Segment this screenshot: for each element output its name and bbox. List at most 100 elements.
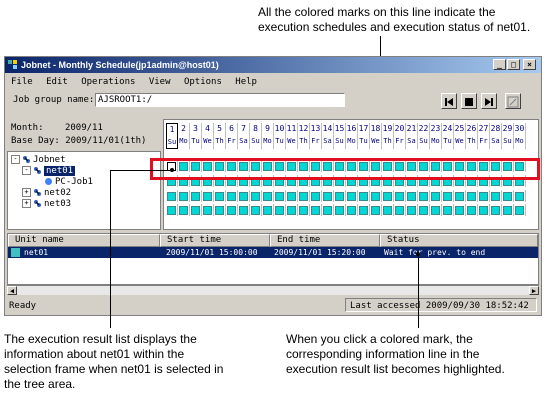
schedule-mark[interactable]	[358, 190, 370, 202]
schedule-mark[interactable]	[202, 190, 214, 202]
schedule-mark[interactable]	[430, 190, 442, 202]
schedule-mark[interactable]	[490, 190, 502, 202]
schedule-mark[interactable]	[394, 190, 406, 202]
schedule-mark[interactable]	[346, 204, 358, 216]
tree-node-jobnet[interactable]: - Jobnet	[11, 155, 66, 166]
menu-help[interactable]: Help	[235, 77, 257, 87]
calendar-day-13[interactable]: 13 Fr	[310, 123, 322, 149]
calendar-day-26[interactable]: 26 Th	[466, 123, 478, 149]
schedule-mark[interactable]	[190, 190, 202, 202]
schedule-mark[interactable]	[454, 204, 466, 216]
schedule-mark[interactable]	[238, 190, 250, 202]
schedule-mark[interactable]	[286, 190, 298, 202]
schedule-mark[interactable]	[442, 190, 454, 202]
calendar-day-4[interactable]: 4 We	[202, 123, 214, 149]
tree-node-pc-job1[interactable]: PC-Job1	[44, 177, 93, 188]
calendar-day-16[interactable]: 16 Mo	[346, 123, 358, 149]
schedule-mark[interactable]	[406, 204, 418, 216]
menu-edit[interactable]: Edit	[46, 77, 68, 87]
calendar-day-2[interactable]: 2 Mo	[178, 123, 190, 149]
schedule-mark[interactable]	[334, 190, 346, 202]
schedule-mark[interactable]	[322, 204, 334, 216]
tree-node-net01[interactable]: - net01	[22, 166, 76, 177]
schedule-mark[interactable]	[250, 190, 262, 202]
schedule-mark[interactable]	[298, 204, 310, 216]
schedule-mark[interactable]	[382, 204, 394, 216]
calendar-day-11[interactable]: 11 We	[286, 123, 298, 149]
calendar-day-23[interactable]: 23 Mo	[430, 123, 442, 149]
schedule-mark[interactable]	[370, 190, 382, 202]
schedule-mark[interactable]	[346, 190, 358, 202]
minimize-button[interactable]: _	[493, 59, 506, 70]
calendar-day-20[interactable]: 20 Fr	[394, 123, 406, 149]
prev-month-button[interactable]	[441, 93, 457, 109]
schedule-mark[interactable]	[262, 190, 274, 202]
settings-button[interactable]	[505, 93, 521, 109]
calendar-day-14[interactable]: 14 Sa	[322, 123, 334, 149]
schedule-mark[interactable]	[214, 190, 226, 202]
schedule-mark[interactable]	[202, 204, 214, 216]
collapse-icon[interactable]: -	[11, 155, 20, 164]
schedule-mark[interactable]	[466, 204, 478, 216]
col-header-end-time[interactable]: End time	[270, 234, 380, 247]
menu-file[interactable]: File	[11, 77, 33, 87]
expand-icon[interactable]: +	[22, 199, 31, 208]
calendar-day-24[interactable]: 24 Tu	[442, 123, 454, 149]
schedule-mark[interactable]	[298, 190, 310, 202]
schedule-mark[interactable]	[190, 204, 202, 216]
calendar-day-8[interactable]: 8 Su	[250, 123, 262, 149]
calendar-day-18[interactable]: 18 We	[370, 123, 382, 149]
schedule-mark[interactable]	[442, 204, 454, 216]
schedule-mark[interactable]	[310, 204, 322, 216]
schedule-mark[interactable]	[406, 190, 418, 202]
calendar-day-10[interactable]: 10 Tu	[274, 123, 286, 149]
schedule-mark[interactable]	[418, 190, 430, 202]
schedule-mark[interactable]	[334, 204, 346, 216]
calendar-day-12[interactable]: 12 Th	[298, 123, 310, 149]
calendar-day-30[interactable]: 30 Mo	[514, 123, 526, 149]
schedule-mark[interactable]	[502, 190, 514, 202]
menu-operations[interactable]: Operations	[81, 77, 135, 87]
expand-icon[interactable]: +	[22, 188, 31, 197]
maximize-button[interactable]: □	[507, 59, 520, 70]
schedule-mark[interactable]	[178, 204, 190, 216]
schedule-mark[interactable]	[262, 204, 274, 216]
calendar-day-19[interactable]: 19 Th	[382, 123, 394, 149]
schedule-mark[interactable]	[418, 204, 430, 216]
schedule-mark[interactable]	[274, 204, 286, 216]
col-header-unit-name[interactable]: Unit name	[8, 234, 160, 247]
calendar-day-28[interactable]: 28 Sa	[490, 123, 502, 149]
job-group-field[interactable]: AJSROOT1:/	[95, 93, 345, 107]
menu-view[interactable]: View	[149, 77, 171, 87]
schedule-mark[interactable]	[370, 204, 382, 216]
next-month-button[interactable]	[481, 93, 497, 109]
schedule-mark[interactable]	[466, 190, 478, 202]
schedule-mark[interactable]	[166, 190, 178, 202]
schedule-mark[interactable]	[214, 204, 226, 216]
calendar-day-29[interactable]: 29 Su	[502, 123, 514, 149]
schedule-mark[interactable]	[514, 190, 526, 202]
schedule-mark[interactable]	[286, 204, 298, 216]
scroll-right-icon[interactable]: ▶	[529, 286, 539, 295]
schedule-mark[interactable]	[430, 204, 442, 216]
schedule-mark[interactable]	[382, 190, 394, 202]
stop-button[interactable]	[461, 93, 477, 109]
calendar-day-17[interactable]: 17 Tu	[358, 123, 370, 149]
tree-node-net02[interactable]: + net02	[22, 188, 71, 199]
calendar-day-7[interactable]: 7 Sa	[238, 123, 250, 149]
calendar-day-3[interactable]: 3 Tu	[190, 123, 202, 149]
schedule-mark[interactable]	[310, 190, 322, 202]
schedule-mark[interactable]	[502, 204, 514, 216]
calendar-day-21[interactable]: 21 Sa	[406, 123, 418, 149]
calendar-day-22[interactable]: 22 Su	[418, 123, 430, 149]
schedule-mark[interactable]	[226, 204, 238, 216]
col-header-start-time[interactable]: Start time	[160, 234, 270, 247]
schedule-mark[interactable]	[166, 204, 178, 216]
schedule-mark[interactable]	[250, 204, 262, 216]
table-row[interactable]: net01 2009/11/01 15:00:00 2009/11/01 15:…	[8, 247, 538, 258]
schedule-mark[interactable]	[394, 204, 406, 216]
calendar-day-27[interactable]: 27 Fr	[478, 123, 490, 149]
menu-options[interactable]: Options	[184, 77, 222, 87]
calendar-day-5[interactable]: 5 Th	[214, 123, 226, 149]
schedule-mark[interactable]	[226, 190, 238, 202]
